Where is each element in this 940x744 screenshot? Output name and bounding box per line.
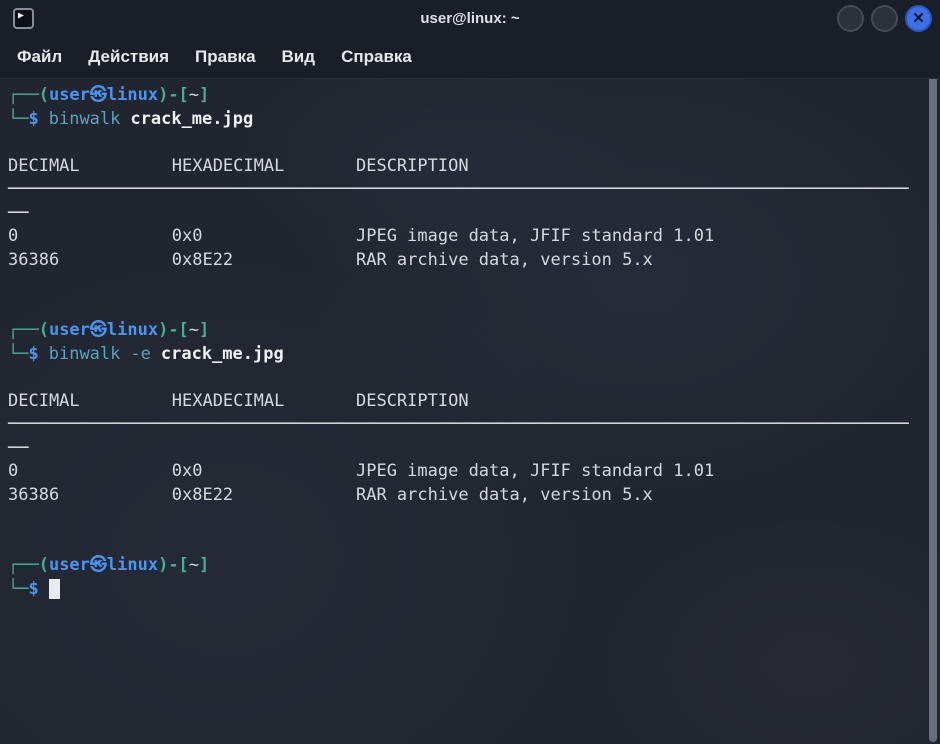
prompt-line: ┌──(user㉿linux)-[~] bbox=[8, 319, 932, 343]
output-separator: ────────────────────────────────────────… bbox=[8, 414, 909, 434]
menu-item-file[interactable]: Файл bbox=[6, 42, 73, 72]
output-separator-wrap-line: ── bbox=[8, 437, 932, 461]
prompt-user-host: user㉿linux bbox=[49, 85, 158, 105]
scrollbar[interactable] bbox=[926, 79, 940, 744]
output-row: 36386 0x8E22 RAR archive data, version 5… bbox=[8, 484, 932, 508]
output-separator-line: ────────────────────────────────────────… bbox=[8, 178, 932, 202]
prompt-frame-mid: )-[ bbox=[158, 555, 189, 575]
close-button[interactable]: ✕ bbox=[905, 5, 932, 32]
prompt-frame-line2: └─ bbox=[8, 579, 28, 599]
output-header-line: DECIMAL HEXADECIMAL DESCRIPTION bbox=[8, 390, 932, 414]
output-header: DECIMAL HEXADECIMAL DESCRIPTION bbox=[8, 391, 469, 411]
prompt-frame-mid: )-[ bbox=[158, 320, 189, 340]
prompt-frame-close: ] bbox=[199, 320, 209, 340]
blank-line bbox=[8, 366, 932, 390]
output-row: 36386 0x8E22 RAR archive data, version 5… bbox=[8, 249, 932, 273]
terminal-app-icon bbox=[13, 8, 34, 29]
prompt-frame-line2: └─ bbox=[8, 344, 28, 364]
blank-line bbox=[8, 131, 932, 155]
window-controls: ✕ bbox=[837, 5, 932, 32]
window-title: user@linux: ~ bbox=[0, 10, 940, 27]
command-line: └─$ binwalk crack_me.jpg bbox=[8, 108, 932, 132]
output-row: 0 0x0 JPEG image data, JFIF standard 1.0… bbox=[8, 225, 932, 249]
menu-item-actions[interactable]: Действия bbox=[77, 42, 180, 72]
output-separator: ────────────────────────────────────────… bbox=[8, 179, 909, 199]
blank-line bbox=[8, 507, 932, 531]
prompt-line: ┌──(user㉿linux)-[~] bbox=[8, 554, 932, 578]
menu-item-help[interactable]: Справка bbox=[330, 42, 423, 72]
prompt-frame-line2: └─ bbox=[8, 109, 28, 129]
terminal-cursor bbox=[49, 579, 60, 599]
scrollbar-thumb[interactable] bbox=[929, 78, 937, 742]
prompt-path: ~ bbox=[189, 555, 199, 575]
command-flag: -e bbox=[130, 344, 150, 364]
prompt-frame-close: ] bbox=[199, 555, 209, 575]
minimize-button[interactable] bbox=[837, 5, 864, 32]
output-separator-line: ────────────────────────────────────────… bbox=[8, 413, 932, 437]
titlebar[interactable]: user@linux: ~ ✕ bbox=[0, 0, 940, 36]
prompt-frame-open: ┌──( bbox=[8, 555, 49, 575]
command-name: binwalk bbox=[49, 109, 121, 129]
output-separator-wrap: ── bbox=[8, 203, 28, 223]
prompt-path: ~ bbox=[189, 320, 199, 340]
maximize-button[interactable] bbox=[871, 5, 898, 32]
prompt-frame-open: ┌──( bbox=[8, 320, 49, 340]
output-row-text: 0 0x0 JPEG image data, JFIF standard 1.0… bbox=[8, 226, 714, 246]
prompt-frame-mid: )-[ bbox=[158, 85, 189, 105]
blank-line bbox=[8, 531, 932, 555]
terminal-window: user@linux: ~ ✕ Файл Действия Правка Вид… bbox=[0, 0, 940, 744]
cursor-line: └─$ bbox=[8, 578, 932, 602]
command-arg: crack_me.jpg bbox=[161, 344, 284, 364]
menu-bar: Файл Действия Правка Вид Справка bbox=[0, 36, 940, 78]
prompt-symbol: $ bbox=[28, 109, 38, 129]
prompt-user-host: user㉿linux bbox=[49, 320, 158, 340]
output-row: 0 0x0 JPEG image data, JFIF standard 1.0… bbox=[8, 460, 932, 484]
menu-item-edit[interactable]: Правка bbox=[184, 42, 266, 72]
output-row-text: 0 0x0 JPEG image data, JFIF standard 1.0… bbox=[8, 461, 714, 481]
menu-item-view[interactable]: Вид bbox=[271, 42, 327, 72]
output-header: DECIMAL HEXADECIMAL DESCRIPTION bbox=[8, 156, 469, 176]
prompt-frame-open: ┌──( bbox=[8, 85, 49, 105]
prompt-symbol: $ bbox=[28, 579, 38, 599]
command-name: binwalk bbox=[49, 344, 121, 364]
prompt-path: ~ bbox=[189, 85, 199, 105]
terminal-content: ┌──(user㉿linux)-[~] └─$binwalkcrack_me.j… bbox=[0, 79, 940, 601]
output-separator-wrap-line: ── bbox=[8, 202, 932, 226]
output-separator-wrap: ── bbox=[8, 438, 28, 458]
blank-line bbox=[8, 272, 932, 296]
close-icon: ✕ bbox=[912, 11, 925, 26]
output-row-text: 36386 0x8E22 RAR archive data, version 5… bbox=[8, 485, 653, 505]
command-line: └─$ binwalk -e crack_me.jpg bbox=[8, 343, 932, 367]
blank-line bbox=[8, 296, 932, 320]
prompt-frame-close: ] bbox=[199, 85, 209, 105]
output-row-text: 36386 0x8E22 RAR archive data, version 5… bbox=[8, 250, 653, 270]
command-arg: crack_me.jpg bbox=[130, 109, 253, 129]
terminal-viewport[interactable]: ┌──(user㉿linux)-[~] └─$binwalkcrack_me.j… bbox=[0, 78, 940, 744]
output-header-line: DECIMAL HEXADECIMAL DESCRIPTION bbox=[8, 155, 932, 179]
prompt-symbol: $ bbox=[28, 344, 38, 364]
prompt-user-host: user㉿linux bbox=[49, 555, 158, 575]
prompt-line: ┌──(user㉿linux)-[~] bbox=[8, 84, 932, 108]
